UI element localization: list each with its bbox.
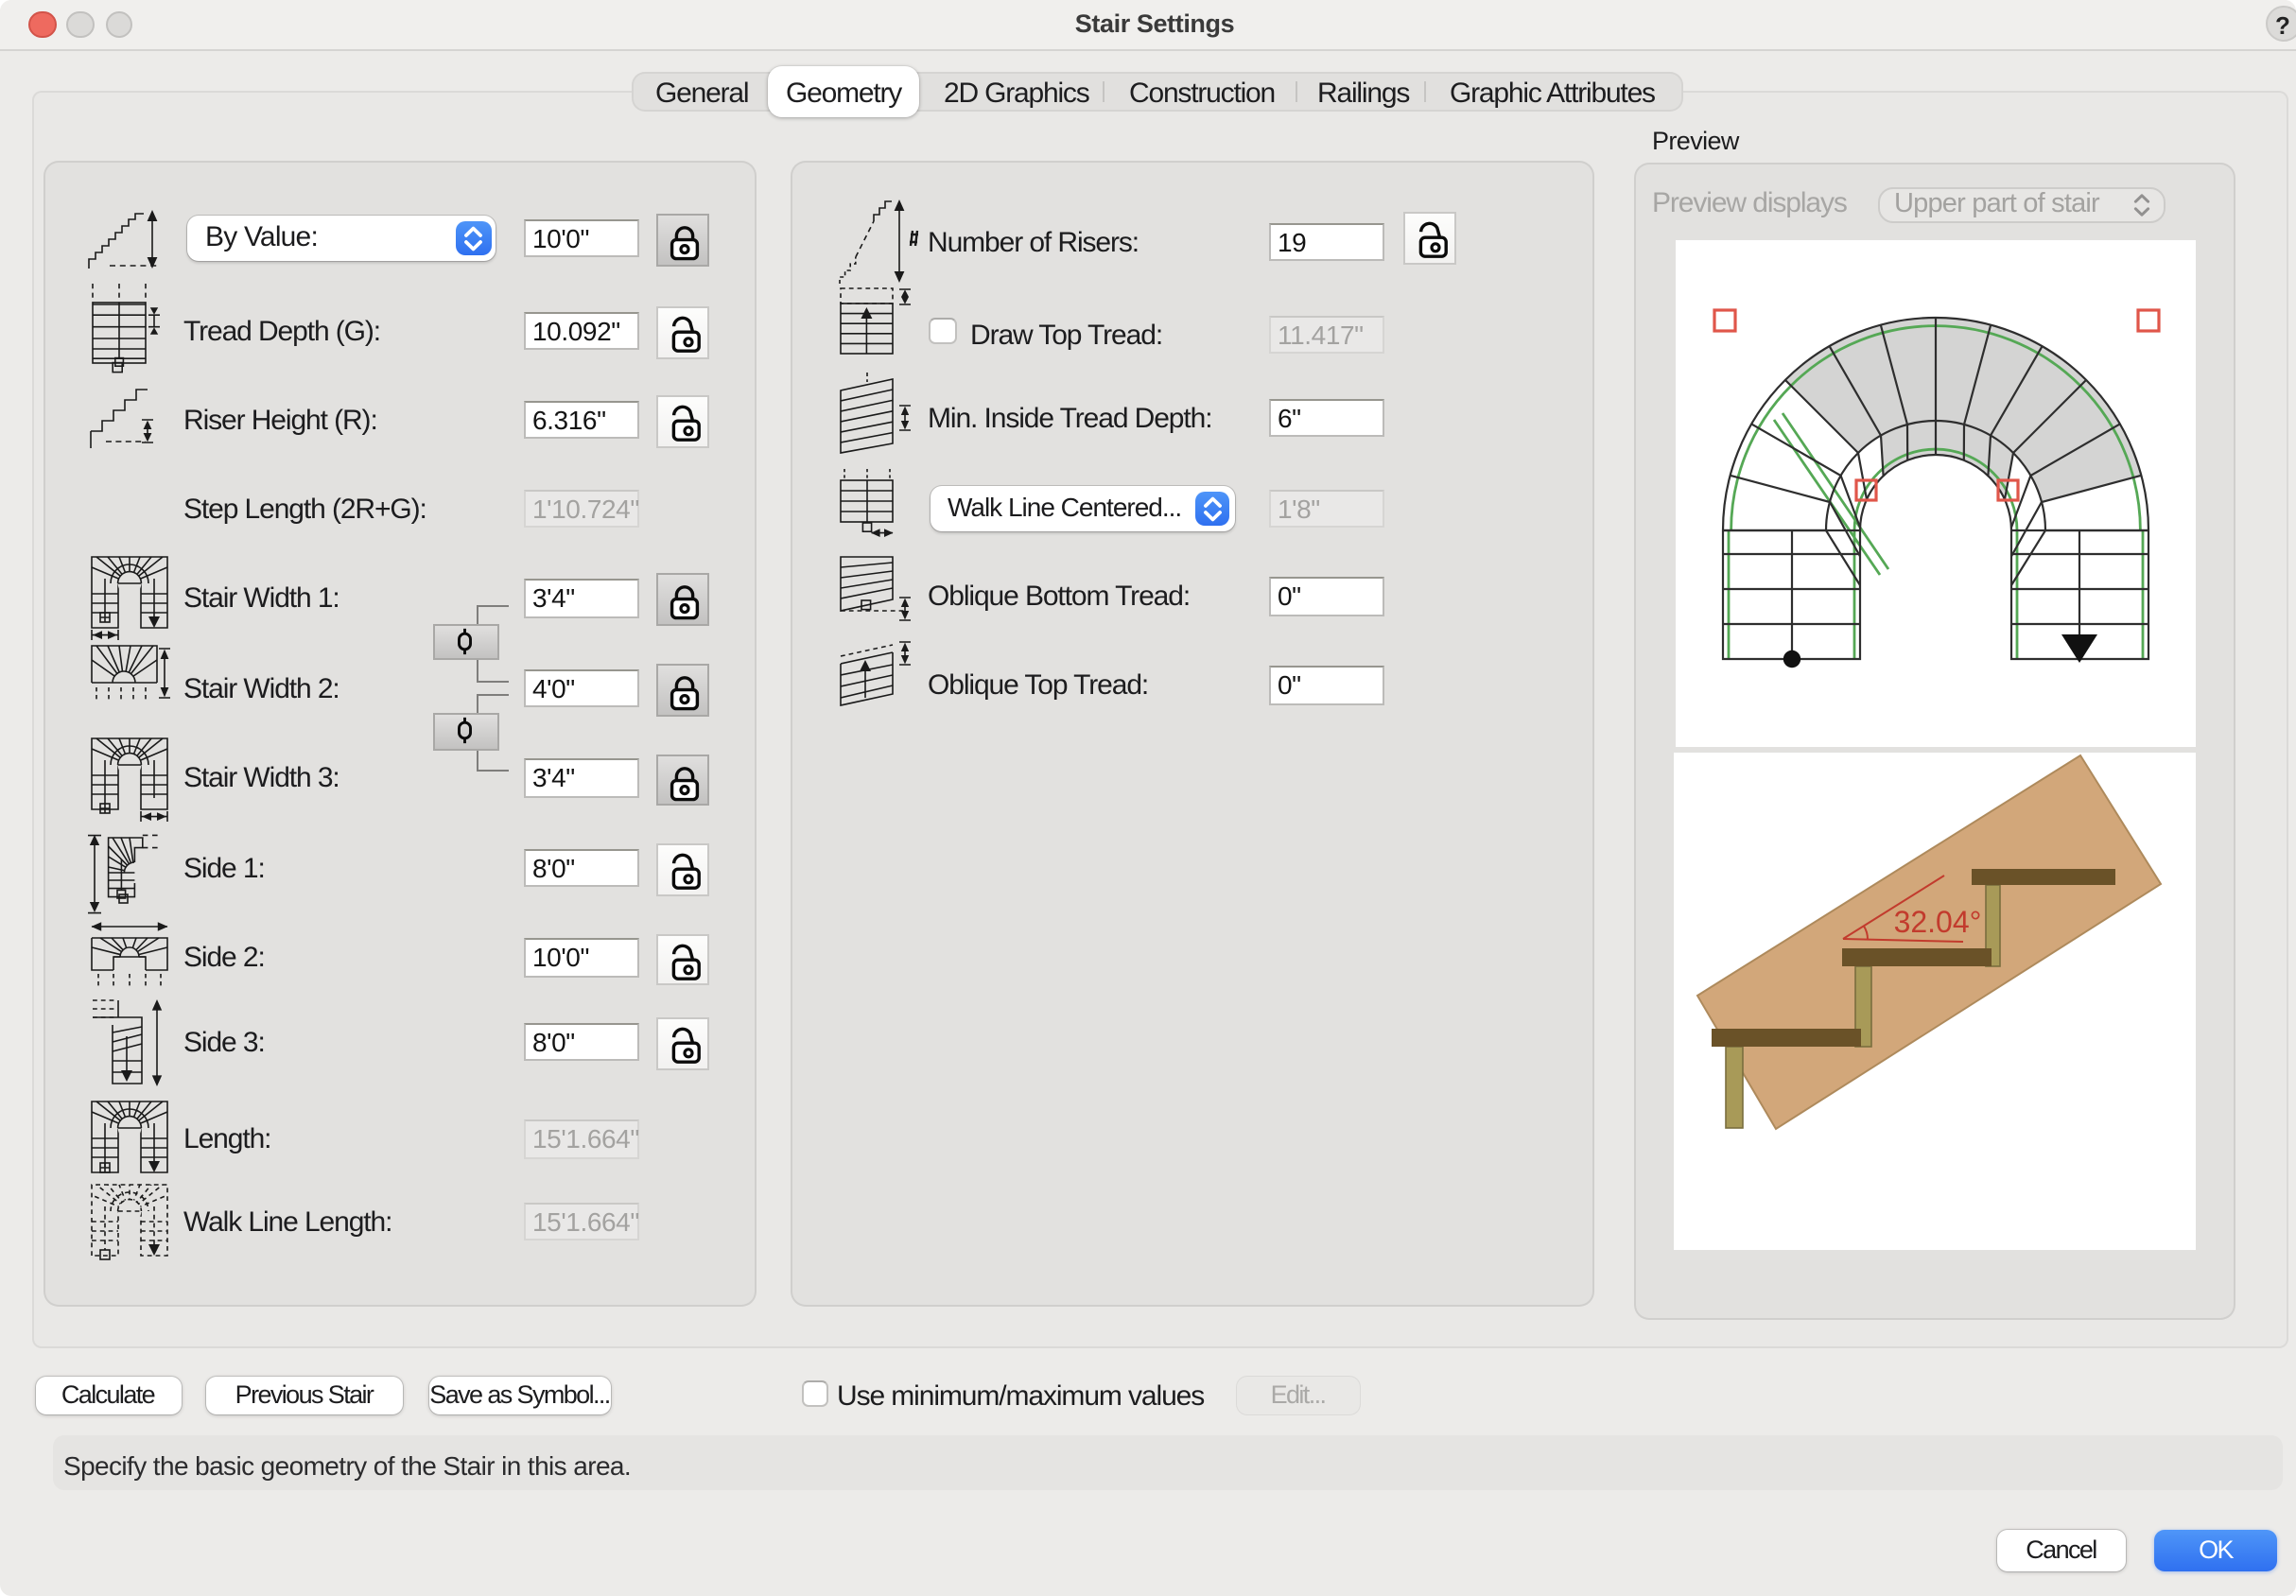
svg-text:32.04°: 32.04°	[1894, 904, 1982, 938]
